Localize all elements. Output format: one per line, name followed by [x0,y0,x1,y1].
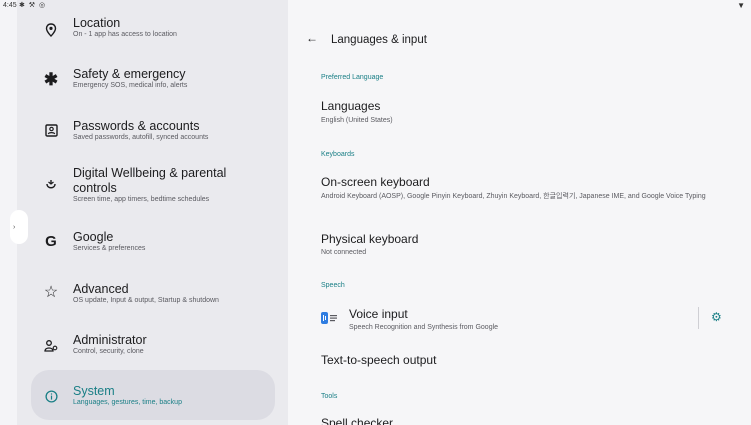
status-time: 4:45 [3,2,17,9]
sidebar-item-label: System [73,384,115,398]
sidebar-item-advanced[interactable]: ☆ Advanced OS update, Input & output, St… [17,281,288,311]
languages-title: Languages [321,99,381,113]
sidebar-item-system[interactable]: System Languages, gestures, time, backup [17,384,288,414]
sidebar-item-label: Location [73,16,121,30]
sidebar-item-subtitle: Emergency SOS, medical info, alerts [73,82,188,89]
sidebar-item-label: Digital Wellbeing & parental [73,166,227,180]
physical-keyboard-subtitle: Not connected [321,249,367,256]
sidebar-item-safety[interactable]: ✱ Safety & emergency Emergency SOS, medi… [17,66,288,96]
back-gesture-handle[interactable]: › [10,210,28,244]
category-keyboards: Keyboards [321,151,355,158]
settings-sidebar: Location On - 1 app has access to locati… [17,0,288,425]
category-speech: Speech [321,282,345,289]
sidebar-item-subtitle: Services & preferences [73,245,146,252]
category-tools: Tools [321,393,338,400]
sidebar-item-passwords[interactable]: Passwords & accounts Saved passwords, au… [17,118,288,148]
languages-input-panel: ← Languages & input Preferred Language L… [288,0,751,425]
sidebar-item-subtitle: Control, security, clone [73,348,144,355]
physical-keyboard-title: Physical keyboard [321,232,419,246]
sidebar-item-location[interactable]: Location On - 1 app has access to locati… [17,16,288,46]
sidebar-item-label: Administrator [73,333,147,347]
onscreen-keyboard-title: On-screen keyboard [321,175,430,189]
onscreen-keyboard-subtitle: Android Keyboard (AOSP), Google Pinyin K… [321,193,706,200]
sidebar-item-label: Advanced [73,282,129,296]
sidebar-item-label: Safety & emergency [73,67,186,81]
voice-input-divider [698,307,699,329]
wellbeing-icon [43,179,59,195]
sidebar-item-label: Passwords & accounts [73,119,200,133]
admin-icon [43,339,59,355]
page-title: Languages & input [331,34,427,46]
category-preferred-language: Preferred Language [321,74,384,81]
star-outline-icon: ☆ [43,284,59,301]
languages-subtitle: English (United States) [321,117,393,124]
account-box-icon [43,124,59,140]
sidebar-item-label-line2: controls [73,181,117,195]
voice-input-icon [321,311,337,327]
google-icon: G [45,233,57,250]
asterisk-icon: ✱ [43,70,59,89]
wifi-icon: ▼ [737,1,745,10]
spell-checker-title: Spell checker [321,416,394,425]
sidebar-item-digital-wellbeing[interactable]: Digital Wellbeing & parental controls Sc… [17,166,288,210]
sidebar-item-google[interactable]: G Google Services & preferences [17,229,288,259]
sidebar-item-label: Google [73,230,114,244]
gear-icon[interactable]: ⚙ [711,310,722,324]
status-icons: ✱ ⚒ ◎ [19,2,47,9]
back-arrow-icon[interactable]: ← [306,31,318,45]
sidebar-item-subtitle: On - 1 app has access to location [73,31,177,38]
voice-input-subtitle: Speech Recognition and Synthesis from Go… [349,324,499,331]
sidebar-item-subtitle: OS update, Input & output, Startup & shu… [73,297,219,304]
sidebar-item-subtitle: Languages, gestures, time, backup [73,399,182,406]
location-icon [43,23,59,39]
voice-input-title: Voice input [349,307,408,321]
status-bar: 4:45 ✱ ⚒ ◎ ▼ [0,0,751,14]
info-icon [43,390,59,406]
sidebar-item-subtitle: Screen time, app timers, bedtime schedul… [73,196,210,203]
tts-output-title: Text-to-speech output [321,353,437,367]
sidebar-item-administrator[interactable]: Administrator Control, security, clone [17,333,288,363]
sidebar-item-subtitle: Saved passwords, autofill, synced accoun… [73,134,209,141]
